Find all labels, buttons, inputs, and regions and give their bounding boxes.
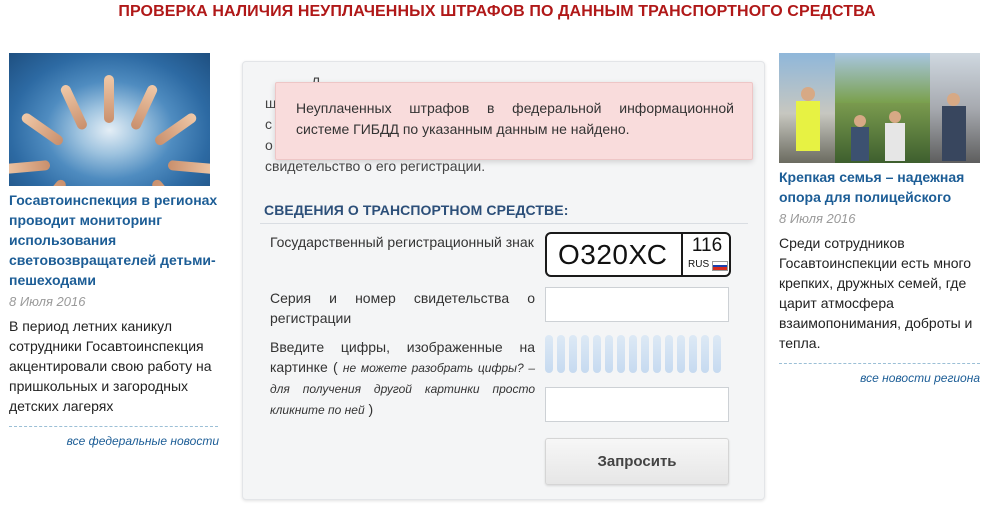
all-federal-news-link[interactable]: все федеральные новости xyxy=(9,434,221,448)
regional-news-date: 8 Июля 2016 xyxy=(779,211,856,226)
fines-check-form: Д ш с о свидетельство о его регистрации.… xyxy=(242,61,765,500)
captcha-label-close: ) xyxy=(368,401,374,417)
section-divider xyxy=(260,223,748,224)
captcha-image[interactable] xyxy=(545,335,729,375)
certificate-label: Серия и номер свидетельства о регистраци… xyxy=(270,290,535,326)
news-photo-police-family[interactable] xyxy=(779,53,980,163)
federal-news-date: 8 Июля 2016 xyxy=(9,294,86,309)
regional-news-headline[interactable]: Крепкая семья – надежная опора для полиц… xyxy=(779,167,987,207)
captcha-label: Введите цифры, изображенные на картинке … xyxy=(270,337,535,420)
license-plate[interactable]: О320ХС 116 RUS xyxy=(545,232,731,277)
certificate-number-input[interactable] xyxy=(545,287,729,322)
plate-number: О320ХС xyxy=(558,239,668,270)
submit-request-button[interactable]: Запросить xyxy=(545,438,729,485)
news-divider xyxy=(779,363,980,364)
all-regional-news-link[interactable]: все новости региона xyxy=(779,371,987,385)
news-photo-reflectors[interactable] xyxy=(9,53,210,186)
regional-news-column: Крепкая семья – надежная опора для полиц… xyxy=(779,53,987,385)
federal-news-body: В период летних каникул сотрудники Госав… xyxy=(9,318,212,414)
no-fines-alert: Неуплаченных штрафов в федеральной инфор… xyxy=(275,82,753,160)
news-divider xyxy=(9,426,218,427)
regional-news-body: Среди сотрудников Госавтоинспекции есть … xyxy=(779,235,973,351)
federal-news-column: Госавтоинспекция в регионах проводит мон… xyxy=(9,53,221,448)
vehicle-section-title: СВЕДЕНИЯ О ТРАНСПОРТНОМ СРЕДСТВЕ: xyxy=(264,202,569,218)
plate-separator xyxy=(681,234,683,275)
federal-news-headline[interactable]: Госавтоинспекция в регионах проводит мон… xyxy=(9,190,221,290)
plate-label: Государственный регистрационный знак xyxy=(270,234,534,250)
page-title: ПРОВЕРКА НАЛИЧИЯ НЕУПЛАЧЕННЫХ ШТРАФОВ ПО… xyxy=(118,3,876,20)
captcha-input[interactable] xyxy=(545,387,729,422)
russian-flag-icon xyxy=(712,261,728,271)
plate-region: 116 xyxy=(691,235,723,256)
plate-country: RUS xyxy=(688,259,710,270)
